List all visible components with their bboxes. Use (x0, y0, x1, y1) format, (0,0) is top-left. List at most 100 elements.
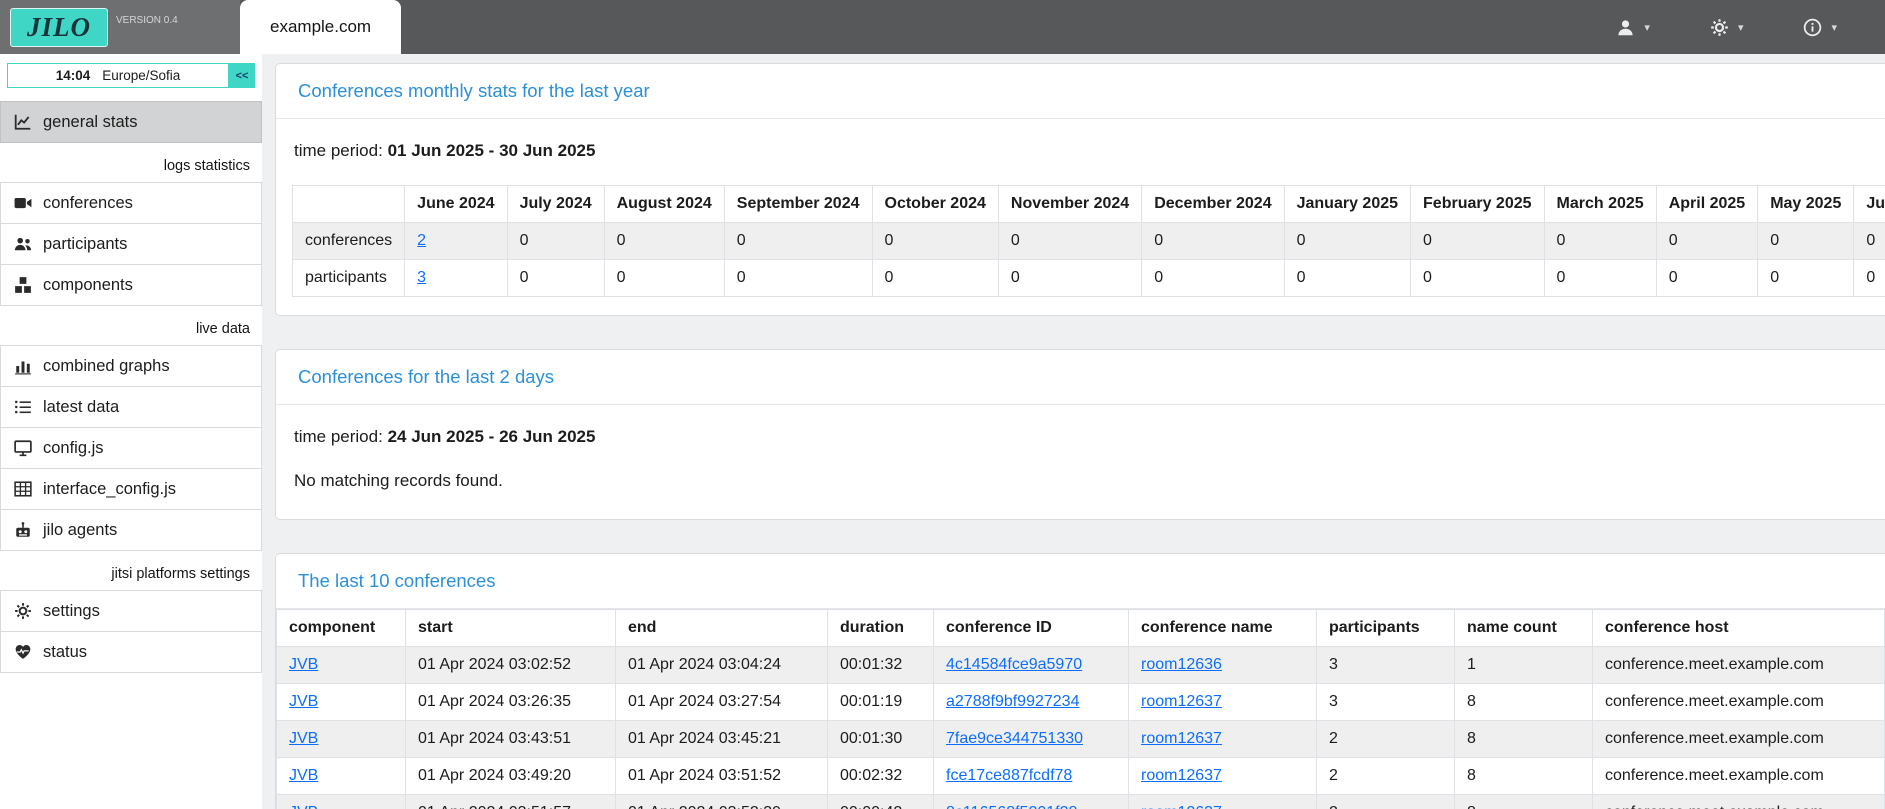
table-link[interactable]: room12637 (1141, 730, 1222, 747)
table-link[interactable]: JVB (289, 767, 318, 784)
table-cell: 0 (1284, 260, 1410, 297)
table-cell: 00:00:42 (828, 795, 934, 809)
table-cell: participants (293, 260, 405, 297)
table-link[interactable]: JVB (289, 656, 318, 673)
sidebar-item-label: jilo agents (43, 521, 117, 540)
column-header: conference name (1129, 610, 1317, 647)
table-link[interactable]: JVB (289, 693, 318, 710)
table-link[interactable]: room12637 (1141, 693, 1222, 710)
sidebar-item-settings[interactable]: settings (0, 590, 262, 632)
table-cell: room12637 (1129, 758, 1317, 795)
table-cell: 8 (1455, 721, 1593, 758)
table-cell: 2 (1317, 795, 1455, 809)
column-header: December 2024 (1142, 186, 1284, 223)
card-monthly-stats: Conferences monthly stats for the last y… (275, 63, 1885, 316)
last10-conferences-table: componentstartenddurationconference IDco… (276, 609, 1885, 809)
table-link[interactable]: 8c116568f5201f28 (946, 804, 1077, 809)
video-icon (14, 194, 32, 212)
sidebar-item-conferences[interactable]: conferences (0, 182, 262, 224)
sidebar: 14:04 Europe/Sofia << general statslogs … (0, 54, 262, 809)
sidebar-item-config-js[interactable]: config.js (0, 427, 262, 469)
table-link[interactable]: 7fae9ce344751330 (946, 730, 1083, 747)
table-cell: 01 Apr 2024 03:04:24 (616, 647, 828, 684)
table-link[interactable]: 4c14584fce9a5970 (946, 656, 1082, 673)
table-link[interactable]: room12637 (1141, 767, 1222, 784)
table-cell: 2 (405, 223, 507, 260)
monitor-icon (14, 439, 32, 457)
table-cell: 0 (507, 260, 604, 297)
table-cell: 0 (724, 260, 872, 297)
heartbeat-icon (14, 643, 32, 661)
gear-icon (1710, 18, 1729, 37)
table-cell: 2 (1317, 721, 1455, 758)
table-cell: conferences (293, 223, 405, 260)
user-menu[interactable]: ▾ (1616, 18, 1650, 37)
card-title-last2days-link[interactable]: Conferences for the last 2 days (298, 366, 554, 387)
table-header-row: componentstartenddurationconference IDco… (277, 610, 1885, 647)
table-cell: 00:01:32 (828, 647, 934, 684)
sidebar-item-participants[interactable]: participants (0, 223, 262, 265)
time-period-value: 24 Jun 2025 - 26 Jun 2025 (388, 427, 596, 446)
sidebar-item-label: config.js (43, 439, 104, 458)
sidebar-item-interface-config-js[interactable]: interface_config.js (0, 468, 262, 510)
topbar-brand-area: JILO VERSION 0.4 (0, 0, 240, 54)
column-header: conference ID (934, 610, 1129, 647)
table-link[interactable]: JVB (289, 804, 318, 809)
card-header-monthly: Conferences monthly stats for the last y… (276, 64, 1885, 119)
column-header: participants (1317, 610, 1455, 647)
card-title-last10-link[interactable]: The last 10 conferences (298, 570, 495, 591)
clock-row: 14:04 Europe/Sofia << (7, 63, 255, 88)
time-period-value: 01 Jun 2025 - 30 Jun 2025 (388, 141, 596, 160)
sidebar-item-general-stats[interactable]: general stats (0, 101, 262, 143)
column-header: component (277, 610, 406, 647)
column-header: March 2025 (1544, 186, 1656, 223)
sidebar-item-latest-data[interactable]: latest data (0, 386, 262, 428)
sidebar-item-components[interactable]: components (0, 264, 262, 306)
table-cell: conference.meet.example.com (1593, 721, 1885, 758)
table-link[interactable]: fce17ce887fcdf78 (946, 767, 1072, 784)
column-header: January 2025 (1284, 186, 1410, 223)
table-cell: 0 (1142, 223, 1284, 260)
tab-example-com[interactable]: example.com (240, 0, 401, 54)
table-cell: 00:02:32 (828, 758, 934, 795)
table-row: JVB01 Apr 2024 03:26:3501 Apr 2024 03:27… (277, 684, 1885, 721)
settings-menu[interactable]: ▾ (1710, 18, 1744, 37)
table-cell: 0 (724, 223, 872, 260)
sidebar-collapse-button[interactable]: << (229, 63, 255, 88)
table-link[interactable]: room12637 (1141, 804, 1222, 809)
sidebar-item-jilo-agents[interactable]: jilo agents (0, 509, 262, 551)
table-cell: fce17ce887fcdf78 (934, 758, 1129, 795)
table-link[interactable]: JVB (289, 730, 318, 747)
column-header: September 2024 (724, 186, 872, 223)
sidebar-item-label: combined graphs (43, 357, 170, 376)
table-cell: 1 (1455, 647, 1593, 684)
time-period-last2days: time period: 24 Jun 2025 - 26 Jun 2025 (294, 427, 1869, 447)
column-header: August 2024 (604, 186, 724, 223)
info-icon (1803, 18, 1822, 37)
column-header (293, 186, 405, 223)
table-link[interactable]: 3 (417, 269, 426, 286)
table-header-row: June 2024July 2024August 2024September 2… (293, 186, 1885, 223)
topbar: JILO VERSION 0.4 example.com ▾ ▾ ▾ (0, 0, 1885, 54)
components-icon (14, 276, 32, 294)
table-cell: 0 (998, 260, 1141, 297)
main-content: Conferences monthly stats for the last y… (262, 54, 1885, 809)
card-title-monthly-link[interactable]: Conferences monthly stats for the last y… (298, 80, 650, 101)
table-link[interactable]: a2788f9bf9927234 (946, 693, 1079, 710)
table-cell: 01 Apr 2024 03:27:54 (616, 684, 828, 721)
sidebar-item-status[interactable]: status (0, 631, 262, 673)
table-link[interactable]: 2 (417, 232, 426, 249)
jilo-logo[interactable]: JILO (10, 8, 108, 47)
table-cell: 00:01:19 (828, 684, 934, 721)
sidebar-item-combined-graphs[interactable]: combined graphs (0, 345, 262, 387)
info-menu[interactable]: ▾ (1803, 18, 1837, 37)
card-last10-conferences: The last 10 conferences componentstarten… (275, 553, 1885, 809)
table-link[interactable]: room12636 (1141, 656, 1222, 673)
table-cell: room12636 (1129, 647, 1317, 684)
time-period-monthly: time period: 01 Jun 2025 - 30 Jun 2025 (294, 141, 1869, 161)
sidebar-item-label: status (43, 643, 87, 662)
tab-label: example.com (270, 17, 371, 37)
table-cell: 3 (1317, 684, 1455, 721)
table-cell: 8c116568f5201f28 (934, 795, 1129, 809)
table-cell: a2788f9bf9927234 (934, 684, 1129, 721)
